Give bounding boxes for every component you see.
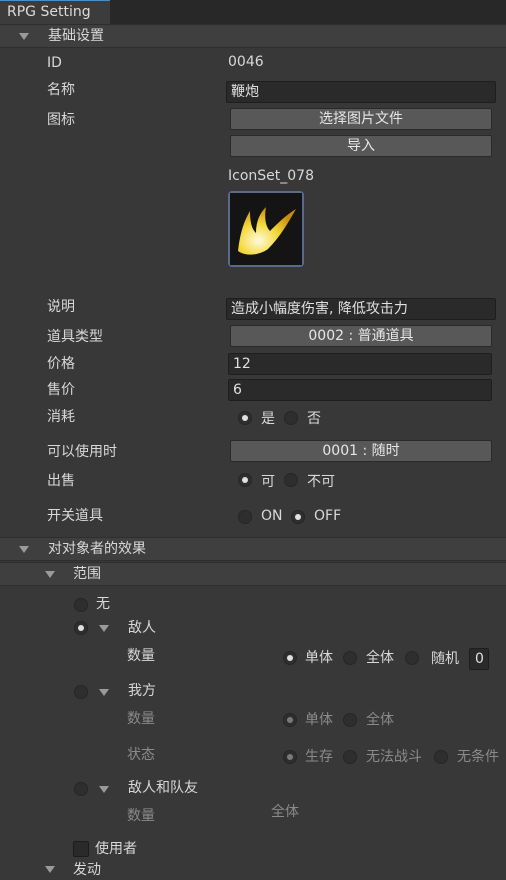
- state-unconditional-radio[interactable]: [434, 750, 448, 764]
- sell-price-field[interactable]: 6: [228, 379, 492, 401]
- flame-icon: [230, 193, 302, 265]
- enemy-all-radio[interactable]: [343, 651, 357, 665]
- item-type-dropdown[interactable]: 0002 : 普通道具: [230, 325, 492, 347]
- collapse-triangle-icon: [19, 546, 29, 553]
- switch-off-radio[interactable]: [291, 510, 305, 524]
- enemy-count-label: 数量: [127, 648, 155, 664]
- item-type-label: 道具类型: [47, 329, 103, 345]
- section-title: 范围: [73, 566, 101, 582]
- scope-enemy-and-ally-radio[interactable]: [74, 782, 88, 796]
- user-checkbox[interactable]: [73, 841, 89, 857]
- state-dead-radio[interactable]: [343, 750, 357, 764]
- icon-name: IconSet_078: [228, 168, 314, 184]
- state-alive-label: 生存: [305, 749, 333, 765]
- scope-none-label: 无: [96, 596, 110, 612]
- enemy-random-radio[interactable]: [405, 651, 419, 665]
- section-title: 对对象者的效果: [48, 541, 146, 557]
- expand-triangle-icon[interactable]: [99, 625, 109, 632]
- state-unconditional-label: 无条件: [457, 749, 499, 765]
- enemy-and-ally-all-label: 全体: [271, 804, 299, 820]
- sale-yes-radio[interactable]: [238, 473, 252, 487]
- sale-yes-label: 可: [261, 474, 275, 490]
- scope-ally-label: 我方: [128, 683, 156, 699]
- ally-all-radio[interactable]: [343, 713, 357, 727]
- expand-triangle-icon[interactable]: [99, 689, 109, 696]
- section-header-scope[interactable]: 范围: [0, 562, 506, 586]
- description-field[interactable]: 造成小幅度伤害, 降低攻击力: [226, 298, 496, 320]
- section-title: 基础设置: [48, 28, 104, 44]
- state-alive-radio[interactable]: [283, 750, 297, 764]
- switch-off-label: OFF: [314, 508, 342, 524]
- section-header-effects[interactable]: 对对象者的效果: [0, 537, 506, 561]
- usable-when-dropdown[interactable]: 0001 : 随时: [230, 440, 492, 462]
- ally-single-radio[interactable]: [283, 713, 297, 727]
- scope-none-radio[interactable]: [74, 598, 88, 612]
- switch-on-label: ON: [261, 508, 283, 524]
- icon-label: 图标: [47, 112, 75, 128]
- icon-preview[interactable]: [228, 191, 304, 267]
- ally-state-label: 状态: [127, 747, 155, 763]
- ally-single-label: 单体: [305, 712, 333, 728]
- expand-triangle-icon[interactable]: [99, 786, 109, 793]
- enemy-single-radio[interactable]: [283, 651, 297, 665]
- id-label: ID: [47, 55, 62, 71]
- consume-no-label: 否: [307, 411, 321, 427]
- enemy-single-label: 单体: [305, 650, 333, 666]
- sale-no-radio[interactable]: [284, 473, 298, 487]
- sell-price-label: 售价: [47, 382, 75, 398]
- section-title-partial: 发动: [73, 862, 101, 878]
- consume-label: 消耗: [47, 409, 75, 425]
- scope-enemy-radio[interactable]: [74, 621, 88, 635]
- import-button[interactable]: 导入: [230, 135, 492, 157]
- consume-yes-label: 是: [261, 411, 275, 427]
- collapse-triangle-icon: [45, 571, 55, 578]
- enemy-random-label: 随机: [431, 651, 459, 667]
- sale-label: 出售: [47, 473, 75, 489]
- scope-ally-radio[interactable]: [74, 685, 88, 699]
- switch-on-radio[interactable]: [238, 510, 252, 524]
- id-value: 0046: [228, 54, 264, 70]
- random-count-field[interactable]: 0: [469, 648, 489, 670]
- sale-no-label: 不可: [307, 474, 335, 490]
- name-field[interactable]: 鞭炮: [226, 81, 496, 103]
- name-label: 名称: [47, 82, 75, 98]
- choose-image-button[interactable]: 选择图片文件: [230, 108, 492, 130]
- state-dead-label: 无法战斗: [366, 749, 422, 765]
- usable-when-label: 可以使用时: [47, 444, 117, 460]
- enemy-all-label: 全体: [366, 650, 394, 666]
- tab-rpg-setting[interactable]: RPG Setting: [0, 0, 110, 24]
- switch-item-label: 开关道具: [47, 508, 103, 524]
- user-label: 使用者: [95, 841, 137, 857]
- ally-count-label: 数量: [127, 711, 155, 727]
- scope-enemy-and-ally-label: 敌人和队友: [128, 780, 198, 796]
- price-field[interactable]: 12: [228, 353, 492, 375]
- consume-yes-radio[interactable]: [238, 411, 252, 425]
- section-header-basic[interactable]: 基础设置: [0, 24, 506, 48]
- description-label: 说明: [47, 299, 75, 315]
- scope-enemy-label: 敌人: [128, 620, 156, 636]
- enemy-and-ally-count-label: 数量: [127, 808, 155, 824]
- collapse-triangle-icon: [19, 33, 29, 40]
- consume-no-radio[interactable]: [284, 411, 298, 425]
- ally-all-label: 全体: [366, 712, 394, 728]
- price-label: 价格: [47, 356, 75, 372]
